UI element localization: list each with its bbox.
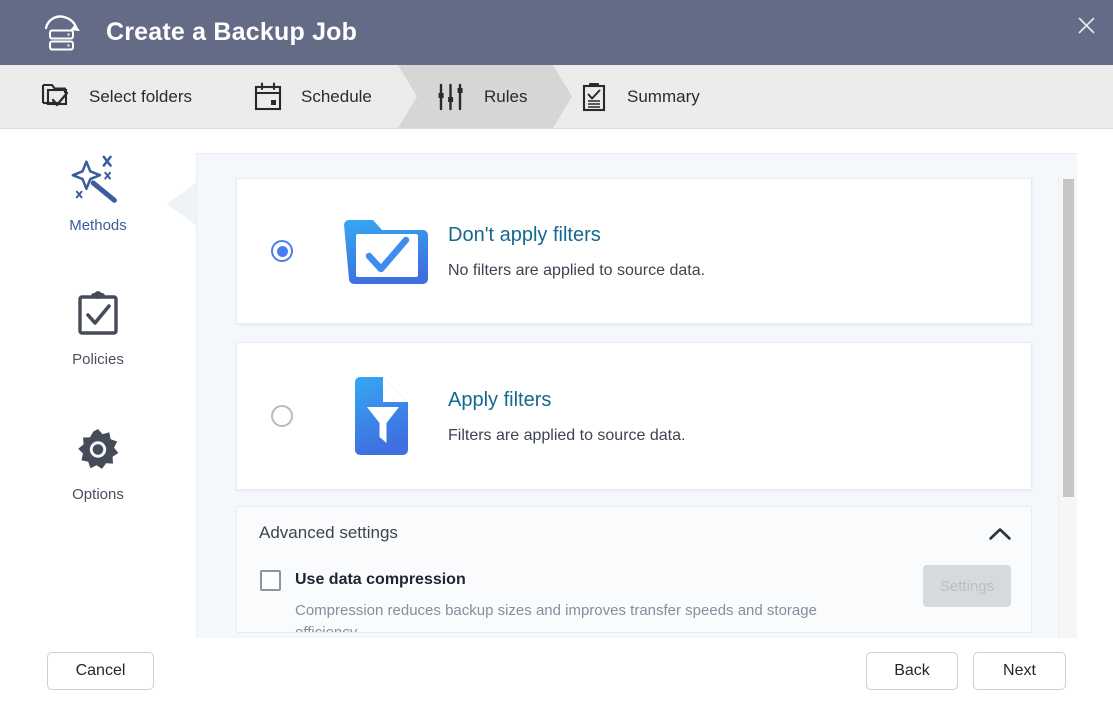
- step-rules[interactable]: Rules: [417, 65, 545, 128]
- window-title-bar: Create a Backup Job: [0, 0, 1113, 65]
- option-title: Don't apply filters: [448, 224, 601, 246]
- panel-pointer: [167, 182, 197, 226]
- step-label: Schedule: [301, 86, 372, 106]
- content-scrollbar-track[interactable]: [1058, 178, 1077, 663]
- option-title: Apply filters: [448, 389, 552, 411]
- option-card-text: Don't apply filters No filters are appli…: [448, 222, 705, 280]
- step-label: Rules: [484, 86, 528, 106]
- sidebar-item-label: Methods: [69, 217, 127, 234]
- option-description: No filters are applied to source data.: [448, 262, 706, 279]
- radio-dont-apply-filters[interactable]: [271, 240, 293, 262]
- advanced-settings-title: Advanced settings: [259, 523, 398, 542]
- step-label: Summary: [627, 86, 700, 106]
- chevron-up-icon[interactable]: [987, 521, 1013, 547]
- use-data-compression-checkbox[interactable]: [260, 570, 281, 591]
- cancel-button[interactable]: Cancel: [47, 652, 154, 690]
- option-card-dont-apply-filters[interactable]: Don't apply filters No filters are appli…: [236, 178, 1032, 324]
- use-data-compression-label: Use data compression: [295, 571, 466, 588]
- option-card-text: Apply filters Filters are applied to sou…: [448, 387, 685, 445]
- sidebar-item-label: Options: [72, 486, 124, 503]
- sliders-icon: [435, 81, 467, 113]
- gear-icon: [70, 422, 126, 478]
- methods-content-panel: Don't apply filters No filters are appli…: [196, 153, 1077, 663]
- compression-settings-button[interactable]: Settings: [923, 565, 1011, 607]
- step-summary[interactable]: Summary: [560, 65, 718, 128]
- calendar-icon: [252, 81, 284, 113]
- backup-server-icon: [38, 11, 84, 55]
- advanced-settings-row-compression: Use data compression Compression reduces…: [237, 559, 1031, 633]
- radio-apply-filters[interactable]: [271, 405, 293, 427]
- magic-wand-icon: [70, 153, 126, 209]
- folder-check-blue-icon: [340, 205, 432, 297]
- file-funnel-blue-icon: [340, 370, 432, 462]
- step-select-folders[interactable]: Select folders: [22, 65, 210, 128]
- sidebar-item-policies[interactable]: Policies: [0, 287, 196, 368]
- window-title: Create a Backup Job: [106, 18, 358, 46]
- clipboard-list-icon: [578, 81, 610, 113]
- content-scrollbar-thumb[interactable]: [1063, 179, 1074, 497]
- clipboard-check-icon: [70, 287, 126, 343]
- close-icon[interactable]: [1067, 8, 1105, 42]
- next-button[interactable]: Next: [973, 652, 1066, 690]
- sidebar-item-label: Policies: [72, 351, 124, 368]
- sidebar-item-options[interactable]: Options: [0, 422, 196, 503]
- step-label: Select folders: [89, 86, 192, 106]
- option-card-apply-filters[interactable]: Apply filters Filters are applied to sou…: [236, 342, 1032, 490]
- wizard-steps-bar: Select folders Schedule Rules Summary: [0, 65, 1113, 129]
- advanced-settings-section: Advanced settings Use data compression C…: [236, 506, 1032, 633]
- advanced-settings-header[interactable]: Advanced settings: [237, 507, 1031, 559]
- step-schedule[interactable]: Schedule: [234, 65, 390, 128]
- folder-check-icon: [40, 81, 72, 113]
- wizard-footer: Cancel Back Next: [0, 638, 1113, 709]
- wizard-body: Methods Policies Options Don't apply fil…: [0, 129, 1113, 663]
- back-button[interactable]: Back: [866, 652, 958, 690]
- use-data-compression-description: Compression reduces backup sizes and imp…: [295, 602, 817, 633]
- option-description: Filters are applied to source data.: [448, 427, 686, 444]
